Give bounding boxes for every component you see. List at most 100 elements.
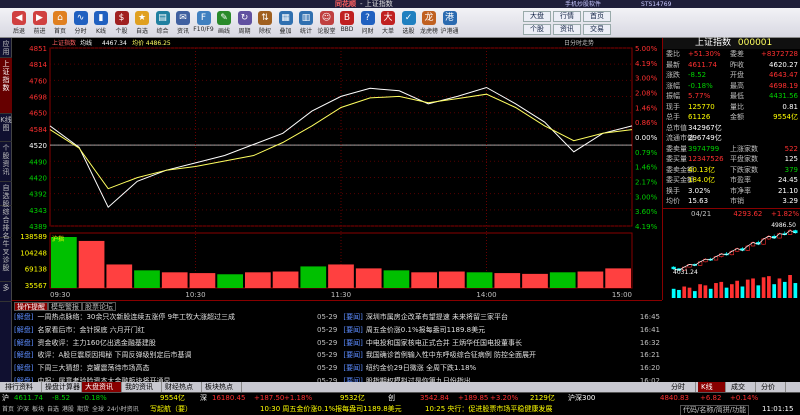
sidebar-tab-3[interactable]: 个股资讯: [0, 142, 12, 182]
toolbar-button-screener[interactable]: ✓ 选股: [398, 11, 420, 37]
quote-value: 342967亿: [688, 123, 722, 132]
toolbar-button-search[interactable]: ? 问财: [357, 11, 379, 37]
bottom-tab-3[interactable]: 我的资讯: [122, 382, 162, 392]
news-tab-1[interactable]: 模型警报: [48, 302, 82, 311]
news-right-item[interactable]: 05-29 [要闻] 中电投和国家核电正式合并 王炳华任国电投董事长 16:32: [317, 339, 660, 348]
toolbar-button-kline[interactable]: ▮ K线: [90, 11, 112, 37]
bottom-tab-2[interactable]: 大盘资讯: [82, 382, 122, 392]
news-headline[interactable]: 周五金价涨0.1%报每盎司1189.8美元: [366, 326, 485, 334]
toolbar-button-news[interactable]: ✉ 资讯: [172, 11, 194, 37]
news-left-item[interactable]: [解盘] 一周热点脉络：30余只次新股连续五涨停 9年工牧大涨超过三成: [14, 313, 314, 322]
sidebar-tab-7[interactable]: 多: [0, 282, 12, 302]
sz-price[interactable]: 16180.45: [212, 393, 245, 404]
sidebar-tab-4[interactable]: 自选股: [0, 182, 12, 208]
toolbar-button-back[interactable]: ◀ 后退: [8, 11, 30, 37]
toolbar-button-forward[interactable]: ▶ 前进: [29, 11, 51, 37]
quote-row: 委卖金额 40.13亿 下跌家数 379: [666, 166, 798, 175]
market-tab-7[interactable]: 24小时资讯: [107, 404, 145, 415]
ticker-3[interactable]: 10:25 央行：促进股票市场平稳健康发展: [425, 404, 552, 415]
toolbar-button-cycle[interactable]: ↻ 周期: [234, 11, 256, 37]
news-left-item[interactable]: [解盘] 名家看后市：金针探底 六月开门红: [14, 326, 314, 335]
news-left-item[interactable]: [解盘] 收评：A股巨震原因揭秘 下周反弹级别定后市基调: [14, 351, 314, 360]
market-tab-3[interactable]: 自选: [47, 404, 61, 415]
news-left-item[interactable]: [解盘] 下周三大猜想：克罐震荡待市场高态: [14, 364, 314, 373]
sidebar-tab-0[interactable]: 应用: [0, 38, 12, 58]
news-right-item[interactable]: 05-29 [要闻] 我国确诊首例输入性中东呼吸综合征病例 防控全面展开 16:21: [317, 351, 660, 360]
mini-kline-svg[interactable]: 4986.50 4031.24: [663, 219, 800, 299]
sidebar-tab-2[interactable]: K线图: [0, 114, 12, 142]
intraday-chart-svg[interactable]: 4851 4814 4760 4698 4650 4584 4520 4490 4420 4392…: [12, 38, 662, 300]
news-left-item[interactable]: [解盘] 资金收评：主力160亿出逃金融基建股: [14, 339, 314, 348]
nav-button-3[interactable]: 个股: [523, 24, 551, 35]
cy-price[interactable]: 3542.84: [420, 393, 449, 404]
news-headline[interactable]: 纽约金价29日微涨 全周下跌1.18%: [366, 364, 476, 372]
toolbar-button-overlay[interactable]: ▦ 叠加: [275, 11, 297, 37]
news-right-item[interactable]: 05-29 [要闻] 纽约金价29日微涨 全周下跌1.18% 16:20: [317, 364, 660, 373]
mobile-promo-text[interactable]: 手机炒股软件: [565, 1, 601, 8]
news-headline[interactable]: 我国确诊首例输入性中东呼吸综合征病例 防控全面展开: [366, 351, 536, 359]
market-tab-0[interactable]: 首页: [2, 404, 16, 415]
mini-tab-0[interactable]: 分时: [668, 382, 696, 392]
toolbar-button-table[interactable]: ▤ 综合: [152, 11, 174, 37]
mini-tab-1[interactable]: K线: [698, 382, 726, 392]
bottom-tab-0[interactable]: 排行资料: [2, 382, 42, 392]
toolbar-button-hk-connect[interactable]: 港沪港通: [439, 11, 461, 37]
search-code-input[interactable]: 代码/名称/简拼/功能: [680, 405, 750, 415]
toolbar-button-stock[interactable]: $ 个股: [111, 11, 133, 37]
toolbar-button-exright[interactable]: ⇅ 除权: [254, 11, 276, 37]
hs300-price[interactable]: 4840.83: [660, 393, 689, 404]
ticker-2[interactable]: 10:30 周五金价涨0.1%报每盎司1189.8美元: [260, 404, 402, 415]
market-tab-4[interactable]: 港股: [62, 404, 76, 415]
toolbar-button-home[interactable]: ⌂ 首页: [49, 11, 71, 37]
bottom-tab-5[interactable]: 板块热点: [202, 382, 242, 392]
toolbar-button-stats[interactable]: ▥ 统计: [295, 11, 317, 37]
toolbar-button-label: 综合: [156, 28, 169, 35]
news-right-item[interactable]: 05-29 [要闻] 深圳市属房企改革有望提速 未来将留三家平台 16:45: [317, 313, 660, 322]
nav-button-1[interactable]: 行情: [553, 11, 581, 22]
nav-button-2[interactable]: 首页: [583, 11, 611, 22]
toolbar-button-timeshare[interactable]: ∿ 分时: [70, 11, 92, 37]
intraday-chart[interactable]: 4851 4814 4760 4698 4650 4584 4520 4490 4420 4392…: [12, 38, 662, 300]
toolbar-button-forum[interactable]: ☺ 论股堂: [316, 11, 338, 37]
news-headline[interactable]: 一周热点脉络：30余只次新股连续五涨停 9年工牧大涨超过三成: [37, 313, 235, 321]
market-tab-6[interactable]: 全球: [92, 404, 106, 415]
market-tab-5[interactable]: 期货: [77, 404, 91, 415]
news-headline[interactable]: 下周三大猜想：克罐震荡待市场高态: [37, 364, 149, 372]
toolbar-button-dragon[interactable]: 龙龙虎榜: [418, 11, 440, 37]
news-tab-0[interactable]: 操作提醒: [14, 302, 48, 311]
forum-icon: ☺: [319, 11, 334, 25]
toolbar-button-bigorder[interactable]: 大大单: [377, 11, 399, 37]
toolbar-button-star[interactable]: ★ 自选: [131, 11, 153, 37]
nav-button-0[interactable]: 大盘: [523, 11, 551, 22]
sidebar-tab-1[interactable]: 上证指数: [0, 58, 12, 114]
nav-button-5[interactable]: 交易: [583, 24, 611, 35]
app-name: 同花顺: [335, 0, 356, 8]
mini-tab-3[interactable]: 分价: [758, 382, 786, 392]
mini-date: 04/21: [691, 210, 712, 218]
mini-volume-bar: [772, 284, 777, 298]
news-headline[interactable]: 名家看后市：金针探底 六月开门红: [37, 326, 144, 334]
news-headline[interactable]: 收评：A股巨震原因揭秘 下周反弹级别定后市基调: [37, 351, 191, 359]
quote-label-2: 平盘家数: [730, 155, 758, 163]
market-tab-1[interactable]: 沪深: [17, 404, 31, 415]
sh-price[interactable]: 4611.74: [14, 393, 43, 404]
sidebar-tab-5[interactable]: 综合排名: [0, 206, 12, 240]
toolbar-button-bbd[interactable]: B BBD: [336, 11, 358, 37]
news-headline[interactable]: 资金收评：主力160亿出逃金融基建股: [37, 339, 155, 347]
toolbar-button-pen[interactable]: ✎ 画线: [213, 11, 235, 37]
bottom-tab-1[interactable]: 操盘计算器: [42, 382, 82, 392]
volume-subtab[interactable]: 沪指: [52, 235, 64, 243]
news-right-item[interactable]: 05-29 [要闻] 周五金价涨0.1%报每盎司1189.8美元 16:41: [317, 326, 660, 335]
news-headline[interactable]: 深圳市属房企改革有望提速 未来将留三家平台: [366, 313, 508, 321]
market-tab-2[interactable]: 板块: [32, 404, 46, 415]
quote-value: -8.52: [688, 71, 707, 79]
news-headline[interactable]: 中电投和国家核电正式合并 王炳华任国电投董事长: [366, 339, 522, 347]
ticker-1[interactable]: 写起航（要）: [150, 404, 192, 415]
sidebar-tab-6[interactable]: 牛叉诊股: [0, 238, 12, 282]
quote-label-2: 委差: [730, 50, 744, 58]
nav-button-4[interactable]: 资讯: [553, 24, 581, 35]
toolbar-button-f10[interactable]: F F10/F9: [193, 11, 215, 37]
mini-tab-2[interactable]: 成交: [728, 382, 756, 392]
bottom-tab-4[interactable]: 财经热点: [162, 382, 202, 392]
news-tab-2[interactable]: 股票论坛: [82, 302, 116, 311]
